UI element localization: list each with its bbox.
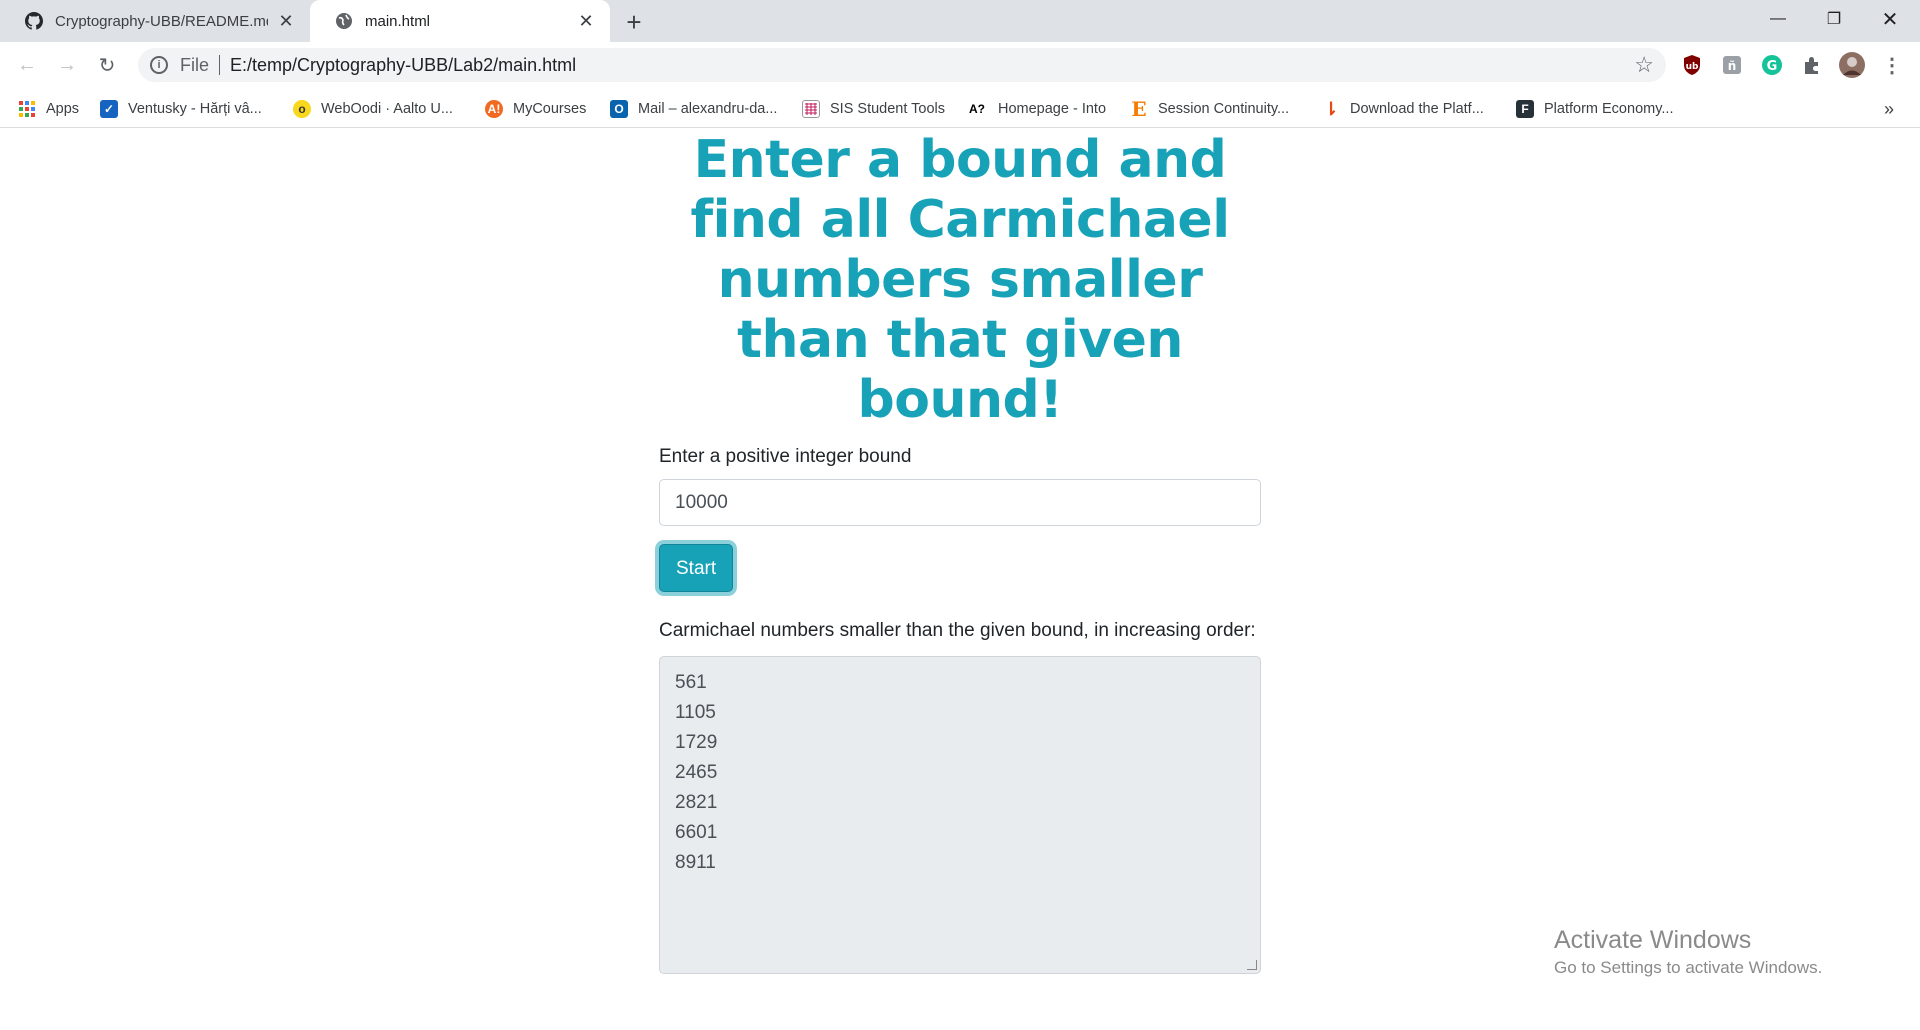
github-icon — [25, 12, 43, 30]
bound-input-value: 10000 — [675, 491, 728, 513]
bookmark-label: SIS Student Tools — [830, 101, 946, 117]
sis-icon — [802, 100, 820, 118]
bookmark-platform-economy[interactable]: F Platform Economy... — [1516, 98, 1673, 120]
activation-watermark: Activate Windows Go to Settings to activ… — [1554, 924, 1822, 980]
bookmark-sis[interactable]: SIS Student Tools — [802, 98, 945, 120]
apps-grid-icon — [18, 100, 36, 118]
extension-icon[interactable]: ñ — [1720, 53, 1744, 77]
result-line: 2465 — [675, 762, 718, 783]
new-tab-button[interactable]: + — [620, 7, 648, 37]
browser-toolbar: ← → ↻ i File E:/temp/Cryptography-UBB/La… — [0, 42, 1920, 88]
url-scheme: File — [180, 54, 210, 75]
tab-main[interactable]: main.html ✕ — [310, 0, 610, 42]
e-icon: E — [1131, 97, 1147, 121]
avatar[interactable] — [1838, 51, 1866, 79]
back-button[interactable]: ← — [12, 50, 42, 80]
tab-strip: Cryptography-UBB/README.md ✕ main.html ✕… — [0, 0, 1920, 42]
outlook-icon: O — [610, 100, 628, 118]
bookmark-ventusky[interactable]: ✓ Ventusky - Hărți vâ... — [100, 98, 262, 120]
tab-readme[interactable]: Cryptography-UBB/README.md ✕ — [0, 0, 310, 42]
f-icon: F — [1516, 100, 1534, 118]
bookmarks-bar: Apps ✓ Ventusky - Hărți vâ... o WebOodi … — [0, 88, 1920, 128]
bookmark-star-icon[interactable]: ☆ — [1634, 52, 1654, 78]
bookmark-label: MyCourses — [513, 101, 587, 117]
address-bar[interactable]: i File E:/temp/Cryptography-UBB/Lab2/mai… — [138, 48, 1666, 82]
bound-label: Enter a positive integer bound — [659, 446, 912, 467]
bookmark-label: Download the Platf... — [1350, 101, 1484, 117]
minimize-button[interactable]: — — [1750, 0, 1806, 38]
svg-text:G: G — [1767, 59, 1778, 74]
bookmark-label: Apps — [46, 101, 80, 117]
result-line: 6601 — [675, 822, 718, 843]
bookmark-mycourses[interactable]: A! MyCourses — [485, 98, 586, 120]
info-icon[interactable]: i — [150, 56, 168, 74]
aalto-icon: A! — [485, 100, 503, 118]
bookmark-mail[interactable]: O Mail – alexandru-da... — [610, 98, 777, 120]
result-line: 8911 — [675, 852, 716, 873]
into-icon: A? — [969, 102, 985, 116]
result-line: 2821 — [675, 792, 718, 813]
bookmarks-overflow-button[interactable]: » — [1884, 98, 1894, 120]
resize-handle[interactable] — [1247, 960, 1257, 970]
bookmark-label: Homepage - Into — [998, 101, 1107, 117]
page-content: Enter a bound and find all Carmichael nu… — [659, 128, 1261, 974]
platform-icon: ⇂ — [1323, 98, 1339, 119]
result-line: 1105 — [675, 702, 716, 723]
ventusky-icon: ✓ — [100, 100, 118, 118]
results-textarea[interactable]: 561 1105 1729 2465 2821 6601 8911 — [659, 656, 1261, 974]
bookmark-label: Mail – alexandru-da... — [638, 101, 778, 117]
bookmark-label: Session Continuity... — [1158, 101, 1290, 117]
grammarly-icon[interactable]: G — [1760, 53, 1784, 77]
page-heading: Enter a bound and find all Carmichael nu… — [690, 130, 1230, 430]
result-line: 1729 — [675, 732, 718, 753]
menu-kebab-icon[interactable]: ⋮ — [1880, 53, 1904, 77]
bookmark-download[interactable]: ⇂ Download the Platf... — [1322, 98, 1484, 120]
restore-button[interactable]: ❐ — [1806, 0, 1862, 38]
weboodi-icon: o — [293, 100, 311, 118]
bookmark-weboodi[interactable]: o WebOodi · Aalto U... — [293, 98, 453, 120]
close-tab-icon[interactable]: ✕ — [576, 11, 596, 31]
svg-text:ub: ub — [1686, 62, 1699, 72]
url-separator — [219, 55, 221, 75]
url-text[interactable]: E:/temp/Cryptography-UBB/Lab2/main.html — [230, 55, 576, 76]
bookmark-into[interactable]: A? Homepage - Into — [966, 98, 1106, 120]
results-label: Carmichael numbers smaller than the give… — [659, 620, 1256, 641]
ublock-icon[interactable]: ub — [1680, 53, 1704, 77]
bookmark-label: WebOodi · Aalto U... — [321, 101, 453, 117]
extensions-puzzle-icon[interactable] — [1800, 53, 1824, 77]
bookmark-session[interactable]: E Session Continuity... — [1130, 97, 1290, 121]
bound-input[interactable]: 10000 — [659, 479, 1261, 526]
result-line: 561 — [675, 672, 707, 693]
reload-button[interactable]: ↻ — [92, 50, 122, 80]
svg-text:ñ: ñ — [1728, 59, 1737, 73]
bookmark-label: Ventusky - Hărți vâ... — [128, 101, 262, 117]
tab-title: Cryptography-UBB/README.md — [55, 12, 268, 30]
bookmark-apps[interactable]: Apps — [18, 98, 79, 120]
close-tab-icon[interactable]: ✕ — [276, 11, 296, 31]
globe-icon — [335, 12, 353, 30]
tab-title: main.html — [365, 12, 431, 30]
watermark-title: Activate Windows — [1554, 926, 1752, 954]
watermark-subtitle: Go to Settings to activate Windows. — [1554, 958, 1823, 977]
bookmark-label: Platform Economy... — [1544, 101, 1674, 117]
forward-button[interactable]: → — [52, 50, 82, 80]
start-button[interactable]: Start — [659, 544, 734, 592]
close-window-button[interactable]: ✕ — [1862, 0, 1918, 38]
